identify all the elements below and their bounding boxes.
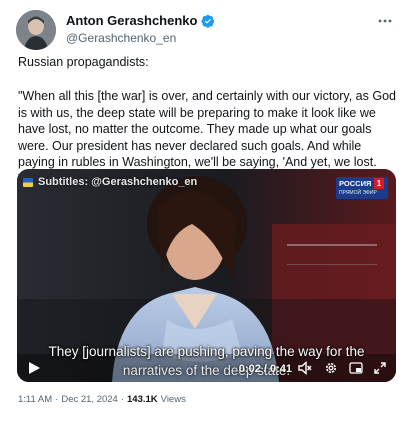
channel-live-label: ПРЯМОЙ ЭФИР [339,190,377,196]
mute-icon[interactable] [298,361,312,375]
avatar[interactable] [16,10,56,50]
tweet-date[interactable]: Dec 21, 2024 [61,394,118,405]
views-count: 143.1K [127,394,158,405]
tweet-text-intro: Russian propagandists: [18,55,149,69]
views-label: Views [160,394,186,405]
video-time: 0:02 / 0:41 [238,363,292,375]
channel-name: РОССИЯ [339,179,372,188]
more-options-icon[interactable] [376,12,394,30]
author-handle[interactable]: @Gerashchenko_en [66,31,176,45]
video-player[interactable]: Subtitles: @Gerashchenko_en РОССИЯ 1 ПРЯ… [17,169,396,382]
settings-icon[interactable] [324,361,338,375]
meta-separator-2: · [120,394,125,405]
meta-separator: · [55,394,59,405]
subtitle-credit: Subtitles: @Gerashchenko_en [23,176,197,188]
author-name[interactable]: Anton Gerashchenko [66,13,197,28]
fullscreen-icon[interactable] [373,361,387,375]
channel-number: 1 [374,178,384,189]
ukraine-flag-icon [23,177,33,187]
pip-icon[interactable] [349,361,363,375]
play-icon[interactable] [27,361,41,375]
tweet-header: Anton Gerashchenko @Gerashchenko_en [16,10,396,50]
video-controls: 0:02 / 0:41 [17,354,396,382]
subtitle-credit-text: Subtitles: @Gerashchenko_en [38,176,198,188]
verified-badge-icon [201,14,215,28]
tweet-time[interactable]: 1:11 AM [18,394,52,405]
channel-logo: РОССИЯ 1 ПРЯМОЙ ЭФИР [336,177,388,199]
tweet-meta: 1:11 AM · Dec 21, 2024 · 143.1K Views [18,394,186,405]
